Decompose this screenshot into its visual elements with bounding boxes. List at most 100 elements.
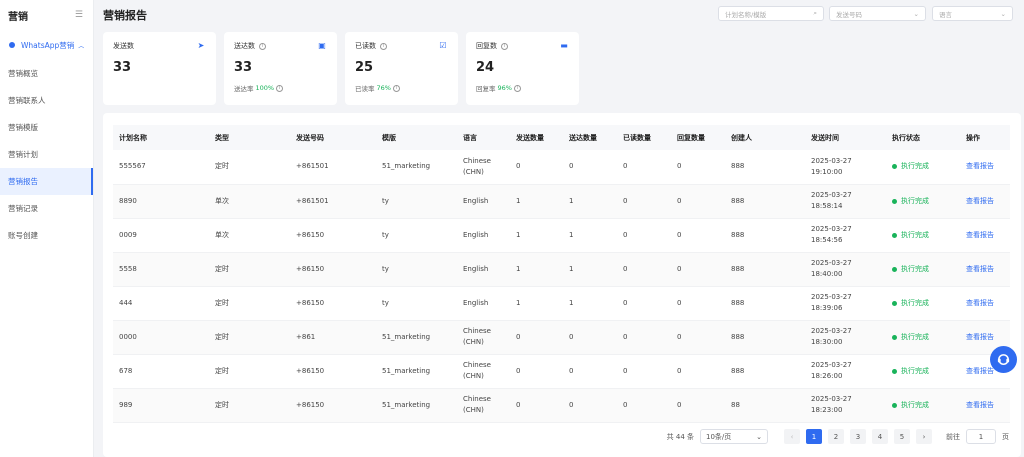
search-input[interactable]: 计划名称/模版 ⌕ (718, 6, 824, 21)
cell-read: 0 (617, 218, 671, 253)
info-icon[interactable]: i (513, 84, 521, 92)
whatsapp-icon (9, 42, 15, 48)
sidebar: 营销 ☰ WhatsApp营销 ︿ 营销概览 营销联系人 营销模版 营销计划 营… (0, 0, 94, 457)
info-icon[interactable]: i (276, 84, 284, 92)
info-icon[interactable]: i (380, 42, 387, 50)
sidebar-item-reports[interactable]: 营销报告 (0, 168, 93, 195)
cell-status: 执行完成 (886, 320, 960, 355)
view-report-link[interactable]: 查看报告 (966, 197, 994, 205)
chevron-down-icon: ⌄ (1000, 9, 1006, 18)
card-sub-label: 送达率 (234, 85, 254, 93)
status-dot-icon (892, 232, 897, 238)
sidebar-item-label: 营销报告 (8, 177, 38, 186)
customer-service-button[interactable] (990, 346, 1017, 373)
column-header: 发送数量 (510, 125, 563, 150)
cell-send-time: 2025-03-27 18:39:06 (805, 286, 886, 321)
status-text: 执行完成 (901, 332, 929, 341)
cell-reply: 0 (671, 150, 725, 185)
status-text: 执行完成 (901, 366, 929, 375)
sidebar-item-contacts[interactable]: 营销联系人 (0, 87, 93, 114)
info-icon[interactable]: i (501, 42, 508, 50)
send-time: 18:26:00 (811, 372, 843, 380)
sidebar-item-plans[interactable]: 营销计划 (0, 141, 93, 168)
page-number-5[interactable]: 5 (894, 429, 910, 444)
cell-reply: 0 (671, 354, 725, 389)
cell-send-time: 2025-03-27 18:26:00 (805, 354, 886, 389)
chevron-down-icon: ⌄ (913, 9, 919, 18)
column-header: 类型 (209, 125, 290, 150)
cell-delivered: 1 (563, 218, 617, 253)
cell-phone: +86150 (290, 218, 376, 253)
view-report-link[interactable]: 查看报告 (966, 299, 994, 307)
status-dot-icon (892, 164, 897, 170)
page-number-4[interactable]: 4 (872, 429, 888, 444)
view-report-link[interactable]: 查看报告 (966, 401, 994, 409)
column-header: 语言 (457, 125, 510, 150)
column-header: 计划名称 (113, 125, 209, 150)
table-row: 8890 单次 +861501 ty English 1 1 0 0 888 2025-03-27 1… (113, 184, 1010, 219)
column-header: 回复数量 (671, 125, 725, 150)
column-header: 送达数量 (563, 125, 617, 150)
cell-lang: Chinese (CHN) (457, 388, 510, 423)
sidebar-item-overview[interactable]: 营销概览 (0, 60, 93, 87)
cell-name: 5558 (113, 252, 209, 287)
sidebar-item-templates[interactable]: 营销模版 (0, 114, 93, 141)
sidebar-group-whatsapp[interactable]: WhatsApp营销 ︿ (0, 30, 93, 60)
view-report-link[interactable]: 查看报告 (966, 265, 994, 273)
cell-tpl: 51_marketing (376, 354, 457, 389)
column-header: 模版 (376, 125, 457, 150)
language-select[interactable]: 语言 ⌄ (932, 6, 1013, 21)
goto-page-input[interactable]: 1 (966, 429, 996, 444)
cell-phone: +861501 (290, 150, 376, 185)
cell-phone: +861 (290, 320, 376, 355)
search-placeholder: 计划名称/模版 (725, 10, 767, 19)
cell-status: 执行完成 (886, 388, 960, 423)
cell-creator: 888 (725, 320, 805, 355)
cell-read: 0 (617, 354, 671, 389)
cell-action: 查看报告 (960, 184, 1010, 219)
page-size-select[interactable]: 10条/页 ⌄ (700, 429, 768, 444)
cell-send-time: 2025-03-27 18:30:00 (805, 320, 886, 355)
cell-action: 查看报告 (960, 150, 1010, 185)
cell-lang: Chinese (CHN) (457, 150, 510, 185)
cell-sent: 1 (510, 252, 563, 287)
column-header: 发送号码 (290, 125, 376, 150)
prev-page-button[interactable]: ‹ (784, 429, 800, 444)
cell-action: 查看报告 (960, 252, 1010, 287)
page-number-1[interactable]: 1 (806, 429, 822, 444)
view-report-link[interactable]: 查看报告 (966, 333, 994, 341)
status-badge: 执行完成 (892, 332, 960, 343)
search-icon: ⌕ (813, 9, 817, 17)
send-time: 18:58:14 (811, 202, 843, 210)
next-page-button[interactable]: › (916, 429, 932, 444)
cell-phone: +86150 (290, 286, 376, 321)
send-time: 18:40:00 (811, 270, 843, 278)
page-title: 营销报告 (103, 9, 147, 22)
collapse-menu-icon[interactable]: ☰ (75, 10, 83, 20)
page-number-2[interactable]: 2 (828, 429, 844, 444)
cell-reply: 0 (671, 320, 725, 355)
cell-creator: 888 (725, 184, 805, 219)
cell-lang: Chinese (CHN) (457, 354, 510, 389)
cell-send-time: 2025-03-27 18:23:00 (805, 388, 886, 423)
info-icon[interactable]: i (392, 84, 400, 92)
card-sub-pct: 96% (497, 84, 512, 92)
view-report-link[interactable]: 查看报告 (966, 231, 994, 239)
view-report-link[interactable]: 查看报告 (966, 367, 994, 375)
page-number-3[interactable]: 3 (850, 429, 866, 444)
send-time: 19:10:00 (811, 167, 843, 176)
cell-action: 查看报告 (960, 388, 1010, 423)
sidebar-item-label: 营销概览 (8, 69, 38, 78)
table-row: 0009 单次 +86150 ty English 1 1 0 0 888 2025-03-27 18… (113, 218, 1010, 253)
cell-delivered: 1 (563, 286, 617, 321)
sidebar-item-records[interactable]: 营销记录 (0, 195, 93, 222)
cell-status: 执行完成 (886, 354, 960, 389)
sidebar-item-account[interactable]: 账号创建 (0, 222, 93, 249)
status-text: 执行完成 (901, 264, 929, 273)
view-report-link[interactable]: 查看报告 (966, 162, 994, 170)
cell-name: 8890 (113, 184, 209, 219)
headset-icon (997, 354, 1010, 365)
info-icon[interactable]: i (259, 42, 266, 50)
stat-card-reply: 回复数 i ▬ 24 回复率 96% i (466, 32, 579, 105)
number-select[interactable]: 发送号码 ⌄ (829, 6, 926, 21)
